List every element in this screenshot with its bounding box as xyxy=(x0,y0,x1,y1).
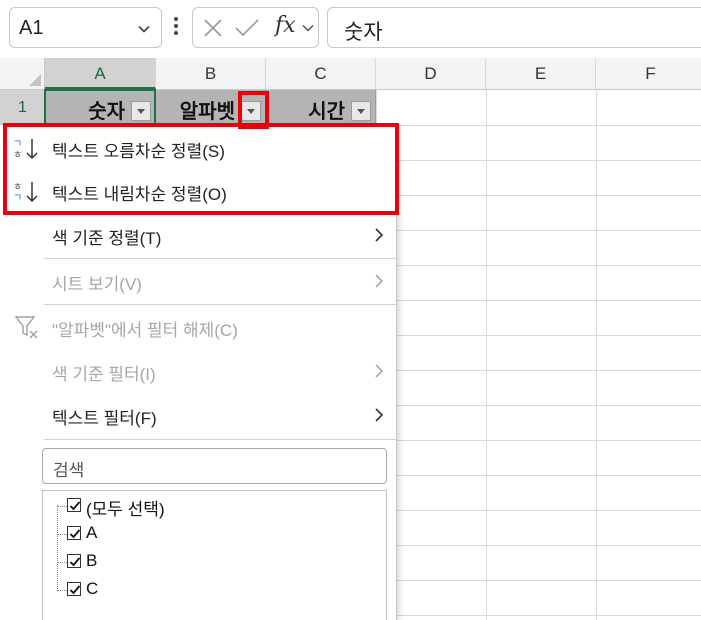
menu-item-sort-by-color[interactable]: 색 기준 정렬(T) xyxy=(0,214,397,258)
insert-function-icon[interactable]: fx xyxy=(275,13,296,38)
column-header-e[interactable]: E xyxy=(486,58,596,89)
checkbox-checked-icon[interactable] xyxy=(67,526,81,540)
menu-separator xyxy=(44,304,396,305)
checkbox-checked-icon[interactable] xyxy=(67,582,81,596)
clear-filter-icon xyxy=(14,314,40,347)
formula-bar: A1 fx 숫자 xyxy=(0,0,701,58)
active-cell-outline xyxy=(44,89,156,126)
menu-item-label: "알파벳"에서 필터 해제(C) xyxy=(52,321,238,340)
more-options-icon[interactable] xyxy=(170,15,182,39)
column-header-b[interactable]: B xyxy=(156,58,266,89)
menu-item-sheet-view: 시트 보기(V) xyxy=(0,260,397,304)
list-item-label: C xyxy=(86,579,99,598)
menu-separator xyxy=(44,258,396,259)
list-item-b[interactable]: B xyxy=(43,549,388,577)
highlight-box-filter-button xyxy=(238,91,269,129)
chevron-down-icon[interactable] xyxy=(301,21,315,40)
column-header-a[interactable]: A xyxy=(45,58,156,89)
list-item-label: B xyxy=(86,551,98,570)
row-header-1[interactable]: 1 xyxy=(0,90,45,125)
column-headers: A B C D E F xyxy=(0,58,701,90)
highlight-box-sort-options xyxy=(3,123,399,215)
filter-dropdown-icon xyxy=(357,109,365,114)
chevron-right-icon xyxy=(373,407,385,428)
list-item-c[interactable]: C xyxy=(43,577,388,605)
enter-icon[interactable] xyxy=(234,17,260,44)
checkbox-checked-icon[interactable] xyxy=(67,554,81,568)
gridline xyxy=(486,90,487,620)
cell-c1[interactable]: 시간 xyxy=(266,90,376,125)
menu-item-label: 색 기준 필터(I) xyxy=(52,365,156,384)
cell-c1-text: 시간 xyxy=(308,101,345,123)
cancel-icon[interactable] xyxy=(202,17,224,44)
chevron-right-icon xyxy=(373,363,385,384)
checkbox-checked-icon[interactable] xyxy=(67,498,81,512)
gridline xyxy=(596,90,597,620)
list-item-label: (모두 선택) xyxy=(86,500,165,519)
list-item-a[interactable]: A xyxy=(43,521,388,549)
list-item-select-all[interactable]: (모두 선택) xyxy=(43,493,388,521)
name-box-value: A1 xyxy=(19,17,44,39)
select-all-corner[interactable] xyxy=(0,58,45,89)
menu-item-label: 시트 보기(V) xyxy=(52,275,142,294)
filter-dropdown-button-c[interactable] xyxy=(351,101,371,121)
chevron-right-icon xyxy=(373,273,385,294)
menu-item-label: 텍스트 필터(F) xyxy=(52,409,157,428)
list-item-label: A xyxy=(86,523,98,542)
menu-item-label: 색 기준 정렬(T) xyxy=(52,229,162,248)
column-header-c[interactable]: C xyxy=(266,58,376,89)
menu-item-clear-filter: "알파벳"에서 필터 해제(C) xyxy=(0,306,397,350)
formula-input[interactable]: 숫자 xyxy=(327,7,701,48)
cell-b1-text: 알파벳 xyxy=(179,101,235,123)
menu-separator xyxy=(44,439,396,440)
search-placeholder: 검색 xyxy=(53,461,85,480)
chevron-down-icon[interactable] xyxy=(136,21,152,42)
formula-tools: fx xyxy=(192,7,319,48)
filter-values-list: (모두 선택) A B C xyxy=(42,490,387,620)
filter-search-input[interactable]: 검색 xyxy=(42,448,387,484)
name-box[interactable]: A1 xyxy=(9,7,162,48)
formula-value: 숫자 xyxy=(344,21,383,44)
menu-item-text-filters[interactable]: 텍스트 필터(F) xyxy=(0,394,397,438)
chevron-right-icon xyxy=(373,227,385,248)
column-header-f[interactable]: F xyxy=(596,58,701,89)
column-header-d[interactable]: D xyxy=(376,58,486,89)
menu-item-filter-by-color: 색 기준 필터(I) xyxy=(0,350,397,394)
